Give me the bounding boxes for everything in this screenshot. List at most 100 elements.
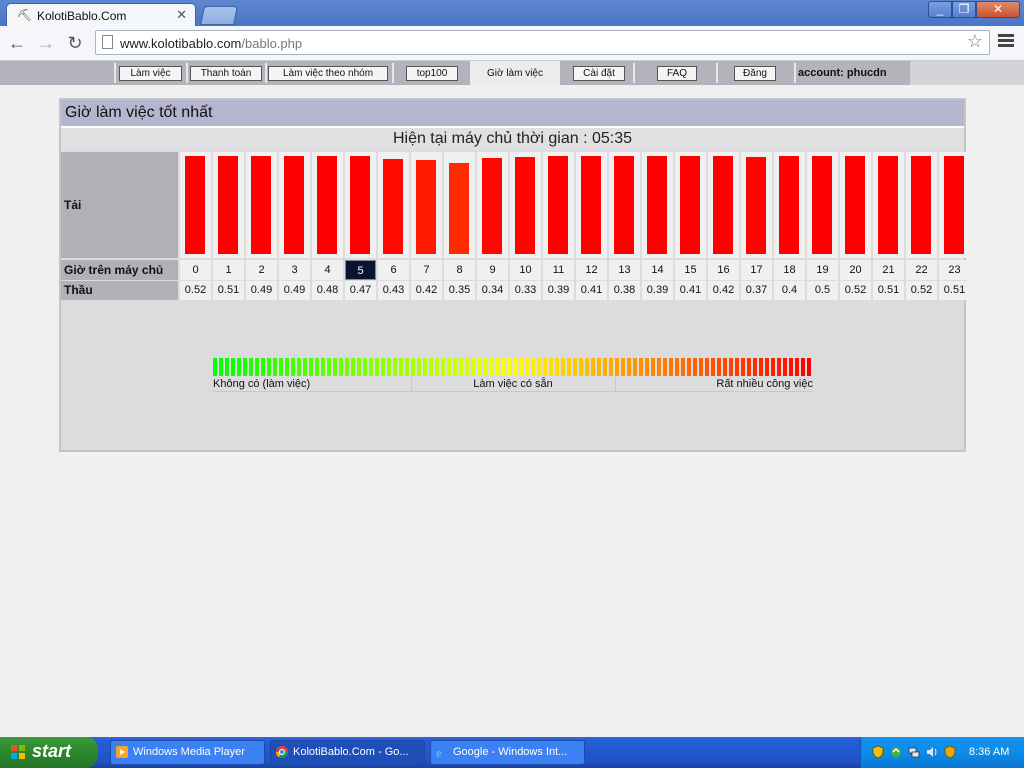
nav-item-lam-viec-theo-nhom[interactable]: Làm việc theo nhóm [268, 66, 388, 81]
maximize-button[interactable]: ❐ [952, 1, 976, 18]
start-button[interactable]: start [0, 737, 98, 768]
nav-item-cai-dat[interactable]: Cài đặt [573, 66, 625, 81]
legend-gradient-stripe [753, 358, 757, 376]
hour-label: 5 [345, 260, 376, 280]
reload-icon[interactable]: ↻ [64, 32, 86, 54]
clock: 8:36 AM [969, 746, 1010, 758]
volume-icon[interactable] [925, 745, 939, 759]
load-bar-cell [543, 152, 574, 258]
load-bar [779, 156, 799, 254]
rate-value: 0.52 [906, 281, 937, 300]
legend-gradient-stripe [219, 358, 223, 376]
legend-gradient-stripe [279, 358, 283, 376]
nav-item-top100[interactable]: top100 [406, 66, 458, 81]
load-bar [614, 156, 634, 254]
nav-item-thanh-toan[interactable]: Thanh toán [190, 66, 262, 81]
load-bar-cell [609, 152, 640, 258]
load-bar-cell [345, 152, 376, 258]
nav-item-dang[interactable]: Đăng [734, 66, 776, 81]
legend-label-available: Làm việc có sẵn [411, 378, 615, 392]
media-player-icon [116, 746, 128, 758]
row-label-load: Tải [61, 152, 178, 258]
legend-gradient-stripe [633, 358, 637, 376]
hour-label: 12 [576, 260, 607, 280]
hour-label: 21 [873, 260, 904, 280]
nav-item-lam-viec[interactable]: Làm việc [119, 66, 182, 81]
legend-gradient-stripe [705, 358, 709, 376]
legend-gradient-stripe [783, 358, 787, 376]
hour-label: 14 [642, 260, 673, 280]
network-icon[interactable] [907, 745, 921, 759]
taskbar-button-chrome[interactable]: KolotiBablo.Com - Go... [270, 740, 425, 765]
network-sync-icon[interactable] [889, 745, 903, 759]
legend-gradient-stripe [531, 358, 535, 376]
bookmark-star-icon[interactable]: ☆ [967, 31, 983, 52]
security-shield-icon[interactable] [943, 745, 957, 759]
panel-header: Giờ làm việc tốt nhất [61, 100, 964, 128]
load-bar [218, 156, 238, 254]
load-bar [284, 156, 304, 254]
load-bar [515, 157, 535, 254]
legend-gradient-stripe [735, 358, 739, 376]
server-time: Hiện tại máy chủ thời gian : 05:35 [61, 128, 964, 150]
browser-tab-active[interactable]: ⛏ KolotiBablo.Com ✕ [6, 3, 196, 26]
legend-gradient-stripe [495, 358, 499, 376]
nav-separator [633, 63, 635, 83]
legend-gradient-stripe [231, 358, 235, 376]
legend-gradient-stripe [357, 358, 361, 376]
minimize-button[interactable]: _ [928, 1, 952, 18]
legend-gradient-stripe [411, 358, 415, 376]
menu-icon[interactable] [998, 34, 1014, 50]
load-bar-cell [642, 152, 673, 258]
hour-label: 18 [774, 260, 805, 280]
nav-separator [186, 63, 188, 83]
legend-gradient-stripe [423, 358, 427, 376]
legend-gradient-stripe [663, 358, 667, 376]
hour-label: 13 [609, 260, 640, 280]
site-nav: Làm việc Thanh toán Làm việc theo nhóm t… [0, 61, 1024, 85]
legend-gradient-stripe [447, 358, 451, 376]
load-bar [812, 156, 832, 254]
taskbar-button-label: Google - Windows Int... [453, 746, 568, 758]
load-bar-cell [807, 152, 838, 258]
legend-gradient-stripe [405, 358, 409, 376]
load-bar-cell [180, 152, 211, 258]
nav-item-faq[interactable]: FAQ [657, 66, 697, 81]
load-bar-cell [279, 152, 310, 258]
address-bar[interactable]: www.kolotibablo.com/bablo.php ☆ [95, 30, 990, 55]
legend-label-none: Không có (làm việc) [213, 378, 411, 392]
load-bar [581, 156, 601, 254]
taskbar-button-media-player[interactable]: Windows Media Player [110, 740, 265, 765]
taskbar-button-label: Windows Media Player [133, 746, 245, 758]
nav-item-gio-lam-viec[interactable]: Giờ làm việc [470, 61, 560, 85]
hour-label: 9 [477, 260, 508, 280]
legend-gradient-stripe [273, 358, 277, 376]
forward-arrow-icon[interactable]: → [35, 32, 57, 54]
legend-gradient-stripe [711, 358, 715, 376]
legend-gradient-stripe [507, 358, 511, 376]
close-window-button[interactable]: ✕ [976, 1, 1020, 18]
load-bar-cell [477, 152, 508, 258]
shield-icon[interactable] [871, 745, 885, 759]
url-path: /bablo.php [241, 36, 303, 51]
hour-label: 16 [708, 260, 739, 280]
nav-separator [114, 63, 116, 83]
load-bar [548, 156, 568, 254]
back-arrow-icon[interactable]: ← [6, 32, 28, 54]
legend-gradient-stripe [477, 358, 481, 376]
legend-gradient-stripe [795, 358, 799, 376]
load-bar [416, 160, 436, 254]
taskbar-button-ie[interactable]: e Google - Windows Int... [430, 740, 585, 765]
rate-value: 0.39 [642, 281, 673, 300]
legend-gradient-stripe [249, 358, 253, 376]
system-tray: 8:36 AM [860, 737, 1024, 768]
load-bar-cell [840, 152, 871, 258]
load-bar-cell [939, 152, 970, 258]
legend-gradient-stripe [429, 358, 433, 376]
new-tab-button[interactable] [199, 6, 239, 25]
legend-gradient-stripe [807, 358, 811, 376]
legend-gradient-stripe [375, 358, 379, 376]
legend-gradient-stripe [489, 358, 493, 376]
legend-gradient-stripe [369, 358, 373, 376]
tab-close-icon[interactable]: ✕ [176, 7, 187, 23]
